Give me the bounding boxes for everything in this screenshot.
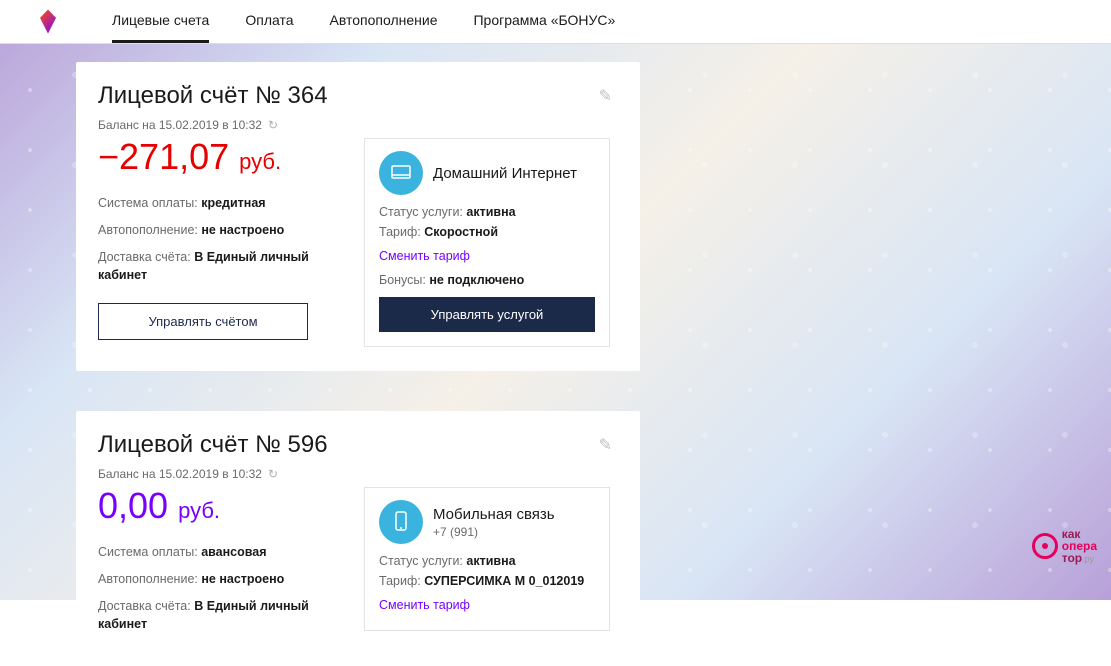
watermark: как опера тор.ру [1032, 528, 1097, 564]
account-title: Лицевой счёт № 364 [98, 82, 328, 110]
change-tariff-link[interactable]: Сменить тариф [379, 249, 470, 263]
service-tariff: Тариф: Скоростной [379, 225, 595, 239]
change-tariff-link[interactable]: Сменить тариф [379, 598, 470, 612]
service-name: Домашний Интернет [433, 165, 577, 182]
nav-payment[interactable]: Оплата [245, 0, 293, 43]
edit-icon[interactable]: ✎ [599, 86, 612, 106]
service-card: Домашний Интернет Статус услуги: активна… [364, 138, 610, 347]
service-status: Статус услуги: активна [379, 205, 595, 219]
auto-pay: Автопополнение: не настроено [98, 221, 338, 240]
nav-accounts[interactable]: Лицевые счета [112, 0, 209, 43]
service-bonus: Бонусы: не подключено [379, 273, 595, 287]
manage-service-button[interactable]: Управлять услугой [379, 297, 595, 332]
edit-icon[interactable]: ✎ [599, 435, 612, 455]
manage-account-button[interactable]: Управлять счётом [98, 303, 308, 340]
monitor-icon [379, 151, 423, 195]
watermark-icon [1032, 533, 1058, 559]
service-name: Мобильная связь [433, 506, 555, 523]
refresh-icon[interactable]: ↻ [268, 467, 278, 481]
account-card: Лицевой счёт № 364 ✎ Баланс на 15.02.201… [76, 62, 640, 371]
nav-bonus[interactable]: Программа «БОНУС» [473, 0, 615, 43]
service-status: Статус услуги: активна [379, 554, 595, 568]
phone-icon [379, 500, 423, 544]
auto-pay: Автопополнение: не настроено [98, 570, 338, 589]
service-card: Мобильная связь +7 (991) Статус услуги: … [364, 487, 610, 631]
balance-date: Баланс на 15.02.2019 в 10:32 [98, 118, 262, 132]
service-tariff: Тариф: СУПЕРСИМКА M 0_012019 [379, 574, 595, 588]
bill-delivery: Доставка счёта: В Единый личный кабинет [98, 597, 338, 635]
balance-amount: −271,07 руб. [98, 136, 338, 178]
top-nav: Лицевые счета Оплата Автопополнение Прог… [0, 0, 1111, 44]
logo-icon [40, 10, 56, 34]
bill-delivery: Доставка счёта: В Единый личный кабинет [98, 248, 338, 286]
service-phone: +7 (991) [433, 525, 555, 539]
balance-amount: 0,00 руб. [98, 485, 338, 527]
pay-system: Система оплаты: авансовая [98, 543, 338, 562]
account-card: Лицевой счёт № 596 ✎ Баланс на 15.02.201… [76, 411, 640, 666]
pay-system: Система оплаты: кредитная [98, 194, 338, 213]
refresh-icon[interactable]: ↻ [268, 118, 278, 132]
nav-autopay[interactable]: Автопополнение [330, 0, 438, 43]
balance-date: Баланс на 15.02.2019 в 10:32 [98, 467, 262, 481]
account-title: Лицевой счёт № 596 [98, 431, 328, 459]
